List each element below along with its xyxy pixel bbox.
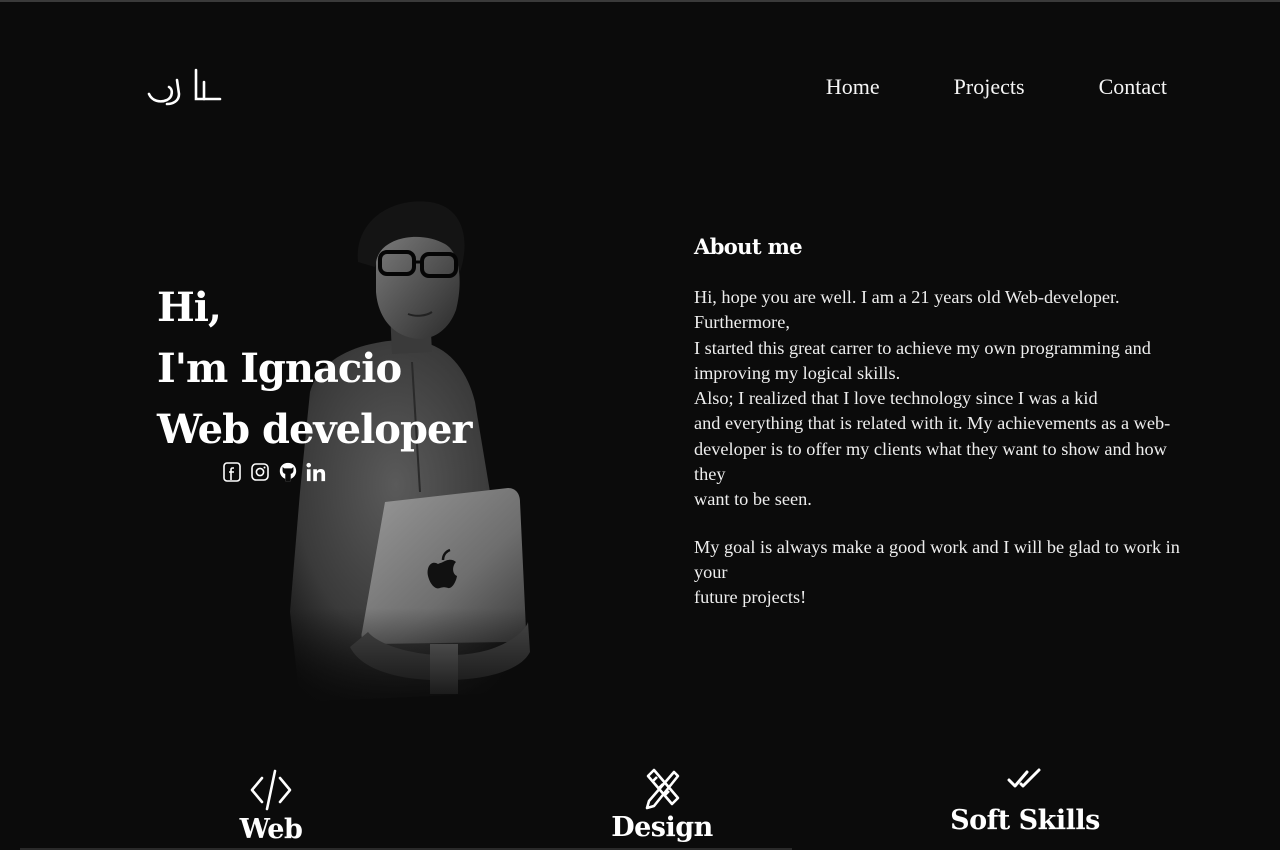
social-links: [222, 460, 326, 484]
instagram-icon[interactable]: [250, 460, 270, 484]
hero-role: Web developer: [157, 406, 472, 453]
linkedin-icon[interactable]: [306, 460, 326, 484]
hero-greeting: Hi,: [157, 284, 222, 331]
skill-soft-skills: Soft Skills: [945, 767, 1105, 836]
about-line: developer is to offer my clients what th…: [694, 438, 1167, 485]
about-line: Hi, hope you are well. I am a 21 years o…: [694, 287, 1120, 333]
goal-line: My goal is always make a good work and I…: [694, 536, 1180, 582]
page: Home Projects Contact Hi, I'm Ignacio We…: [0, 0, 1280, 850]
skill-design-title: Design: [611, 812, 713, 843]
double-check-icon: [1007, 768, 1041, 788]
skill-web: Web: [231, 768, 311, 845]
nav-contact-link[interactable]: Contact: [1099, 74, 1167, 100]
goal-line: future projects!: [694, 587, 807, 608]
facebook-icon[interactable]: [222, 460, 242, 484]
skill-soft-skills-title: Soft Skills: [950, 805, 1100, 836]
about-goal-text: My goal is always make a good work and I…: [694, 535, 1194, 611]
hero-name: I'm Ignacio: [157, 345, 402, 392]
github-icon[interactable]: [278, 460, 298, 484]
nav-projects-link[interactable]: Projects: [954, 74, 1025, 100]
about-line: I started this great carrer to achieve m…: [694, 337, 1151, 358]
about-section: About me Hi, hope you are well. I am a 2…: [694, 234, 1194, 611]
main-nav: Home Projects Contact: [826, 74, 1167, 100]
nav-home-link[interactable]: Home: [826, 74, 880, 100]
hero-heading: Hi, I'm Ignacio Web developer: [157, 277, 472, 460]
skill-design: Design: [607, 768, 717, 843]
about-heading: About me: [694, 234, 803, 259]
code-icon: [250, 769, 292, 811]
logo[interactable]: [146, 68, 222, 108]
about-line: want to be seen.: [694, 489, 812, 510]
about-line: improving my logical skills.: [694, 362, 901, 383]
about-line: and everything that is related with it. …: [694, 413, 1171, 434]
about-text: Hi, hope you are well. I am a 21 years o…: [694, 285, 1194, 513]
skill-web-title: Web: [239, 814, 303, 845]
design-tools-icon: [645, 768, 680, 810]
about-line: Also; I realized that I love technology …: [694, 388, 1098, 409]
